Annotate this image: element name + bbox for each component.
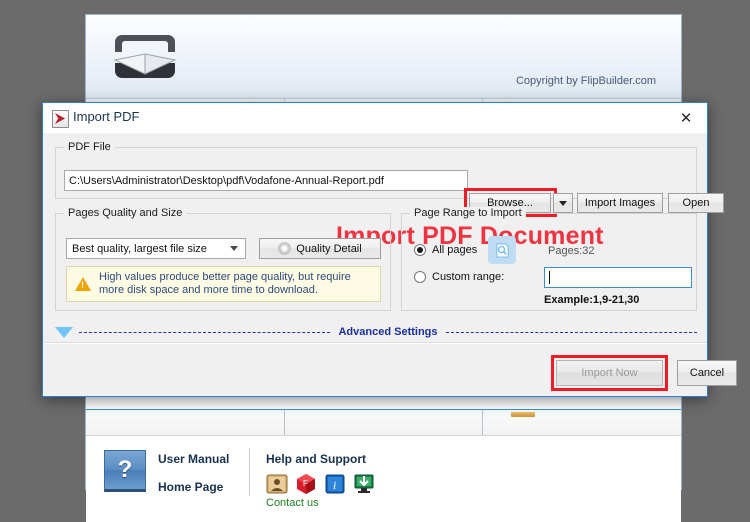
quality-warning-line1: High values produce better page quality,… [99,271,351,283]
svg-text:F: F [303,479,308,488]
quality-select-value: Best quality, largest file size [72,242,207,255]
dialog-title-bar: Import PDF ✕ [43,103,707,133]
pdf-path-input[interactable] [64,170,468,191]
page-range-legend: Page Range to Import [410,207,526,219]
radio-all-pages-indicator [414,244,426,256]
pdf-file-icon [52,110,69,128]
user-manual-link[interactable]: User Manual [158,452,229,466]
triangle-down-icon[interactable] [55,326,73,338]
radio-custom-range-label: Custom range: [432,271,505,283]
warning-triangle-icon [75,277,91,291]
import-now-label: Import Now [581,367,638,379]
dashed-rule-right [445,331,697,333]
pdf-file-legend: PDF File [64,141,115,153]
radio-all-pages[interactable]: All pages [414,244,477,256]
radio-custom-range-indicator [414,271,426,283]
import-now-button[interactable]: Import Now [556,360,663,386]
cancel-button-label: Cancel [689,367,725,379]
help-icon-row: F i [266,473,375,495]
app-panel [284,410,484,436]
app-panel [483,410,682,436]
quality-detail-label: Quality Detail [296,242,362,255]
chevron-down-icon [230,246,238,251]
help-footer-bar: ? User Manual Home Page Help and Support [86,435,681,522]
text-caret [549,271,550,284]
contact-card-icon[interactable] [266,473,288,495]
app-header: Copyright by FlipBuilder.com [86,15,681,99]
pdf-file-group: PDF File [55,141,697,199]
pages-count-label: Pages:32 [548,245,595,257]
close-icon[interactable]: ✕ [671,107,701,129]
quality-warning-box: High values produce better page quality,… [66,266,381,302]
page-range-group: Page Range to Import All pages Pages:32 … [401,207,697,311]
footer-divider [249,448,250,496]
app-panel-row [86,409,682,436]
home-page-link[interactable]: Home Page [158,480,229,494]
quality-detail-button[interactable]: Quality Detail [259,238,381,259]
import-images-label: Import Images [584,197,656,209]
open-button-label: Open [682,197,710,209]
gear-icon [278,242,292,255]
dialog-title: Import PDF [73,109,140,124]
open-book-logo-icon [108,29,182,87]
import-images-button[interactable]: Import Images [577,193,663,213]
help-links: User Manual Home Page [158,452,229,508]
radio-all-pages-label: All pages [432,244,478,256]
import-pdf-dialog: Import PDF ✕ PDF File Browse... Import I… [42,102,737,397]
copyright-text: Copyright by FlipBuilder.com [515,75,656,87]
dialog-content: PDF File Browse... Import Images Open Im… [43,133,724,343]
help-and-support-title: Help and Support [266,452,366,466]
advanced-settings-row[interactable]: Advanced Settings [55,321,697,343]
cancel-button[interactable]: Cancel [677,360,737,386]
contact-us-link[interactable]: Contact us [266,497,375,509]
custom-range-input[interactable] [544,267,692,288]
quality-warning-text: High values produce better page quality,… [99,271,351,297]
download-monitor-icon[interactable] [353,473,375,495]
dialog-footer: Import Now Cancel [43,342,737,396]
question-mark-icon: ? [104,450,146,492]
browse-dropdown-button[interactable] [553,193,573,213]
chevron-down-icon [559,200,567,206]
pages-quality-legend: Pages Quality and Size [64,207,187,219]
range-example-label: Example:1,9-21,30 [544,294,640,306]
svg-text:i: i [333,478,336,492]
app-panel [86,410,285,436]
quality-warning-line2: more disk space and more time to downloa… [99,284,318,296]
quality-select[interactable]: Best quality, largest file size [66,238,246,259]
flipbuilder-cube-icon[interactable]: F [295,473,317,495]
info-icon[interactable]: i [324,473,346,495]
advanced-settings-label: Advanced Settings [338,326,438,338]
help-and-support-block: Help and Support F i Contact us [266,452,375,509]
page-preview-icon[interactable] [488,236,516,264]
panel-book-icon [511,412,536,417]
open-button[interactable]: Open [668,193,724,213]
pages-quality-group: Pages Quality and Size Best quality, lar… [55,207,391,311]
radio-custom-range[interactable]: Custom range: [414,271,504,283]
dashed-rule-left [79,331,331,333]
